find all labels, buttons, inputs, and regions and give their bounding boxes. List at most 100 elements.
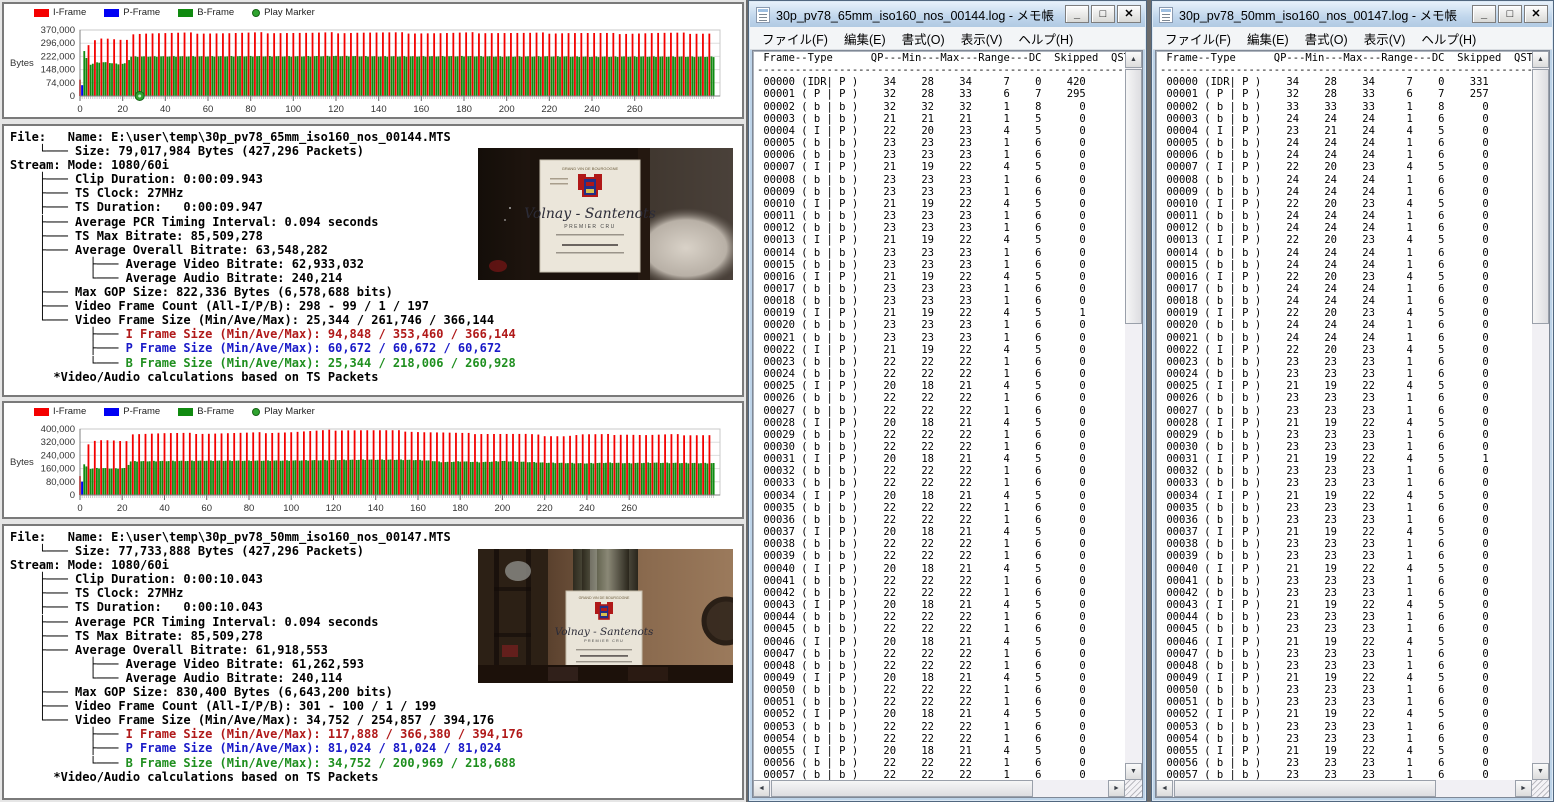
- wine-label-sub: PREMIER CRU: [584, 639, 624, 643]
- svg-text:200: 200: [499, 104, 515, 115]
- wine-label-sub: PREMIER CRU: [564, 224, 616, 230]
- svg-text:260: 260: [621, 503, 637, 514]
- scroll-up-icon[interactable]: ▲: [1125, 51, 1142, 68]
- svg-text:120: 120: [326, 503, 342, 514]
- menu-item-2[interactable]: 書式(O): [894, 27, 953, 50]
- window-title: 30p_pv78_65mm_iso160_nos_00144.log - メモ帳: [776, 9, 1054, 23]
- svg-text:100: 100: [283, 503, 299, 514]
- svg-text:60: 60: [201, 503, 212, 514]
- wine-label-title: Volnay - Santenots: [524, 206, 656, 222]
- caption-buttons: _ □ ✕: [1472, 5, 1548, 23]
- svg-text:180: 180: [452, 503, 468, 514]
- notepad-window-2: 30p_pv78_50mm_iso160_nos_00147.log - メモ帳…: [1151, 0, 1554, 802]
- bitrate-chart-panel-1: I-Frame P-Frame B-Frame Play Marker 0 74,…: [2, 2, 744, 119]
- horizontal-scroll-thumb[interactable]: [1174, 780, 1436, 797]
- menu-item-3[interactable]: 表示(V): [1356, 27, 1414, 50]
- scroll-right-icon[interactable]: ►: [1515, 780, 1532, 797]
- scroll-left-icon[interactable]: ◄: [1156, 780, 1173, 797]
- maximize-button[interactable]: □: [1498, 5, 1522, 23]
- text-area[interactable]: Frame--Type QP---Min---Max---Range---DC …: [1155, 50, 1550, 798]
- svg-text:0: 0: [70, 91, 75, 102]
- wine-label-title: Volnay - Santenots: [555, 626, 654, 638]
- horizontal-scrollbar[interactable]: ◄ ►: [753, 780, 1125, 797]
- svg-text:220: 220: [537, 503, 553, 514]
- svg-text:80: 80: [244, 503, 255, 514]
- svg-text:296,000: 296,000: [41, 38, 75, 49]
- scroll-right-icon[interactable]: ►: [1108, 780, 1125, 797]
- menu-item-0[interactable]: ファイル(F): [1157, 27, 1239, 50]
- close-button[interactable]: ✕: [1117, 5, 1141, 23]
- svg-text:Bytes: Bytes: [10, 58, 34, 69]
- menu-bar: ファイル(F) 編集(E) 書式(O) 表示(V) ヘルプ(H): [750, 27, 1145, 50]
- svg-text:40: 40: [160, 104, 171, 115]
- scroll-down-icon[interactable]: ▼: [1532, 763, 1549, 780]
- vertical-scroll-thumb[interactable]: [1125, 69, 1142, 324]
- svg-text:80,000: 80,000: [46, 477, 75, 488]
- svg-text:20: 20: [117, 104, 128, 115]
- menu-item-1[interactable]: 編集(E): [836, 27, 894, 50]
- svg-text:370,000: 370,000: [41, 25, 75, 36]
- svg-text:220: 220: [541, 104, 557, 115]
- close-button[interactable]: ✕: [1524, 5, 1548, 23]
- svg-text:0: 0: [77, 104, 82, 115]
- wine-label-topline: GRAND VIN DE BOURGOGNE: [562, 166, 619, 171]
- svg-text:240: 240: [584, 104, 600, 115]
- svg-text:180: 180: [456, 104, 472, 115]
- svg-text:400,000: 400,000: [41, 424, 75, 435]
- menu-item-4[interactable]: ヘルプ(H): [1010, 27, 1081, 50]
- svg-text:60: 60: [203, 104, 214, 115]
- resize-grip[interactable]: [1532, 780, 1549, 797]
- log-text[interactable]: Frame--Type QP---Min---Max---Range---DC …: [757, 52, 1125, 780]
- notepad-document-icon: [1159, 6, 1173, 23]
- maximize-button[interactable]: □: [1091, 5, 1115, 23]
- horizontal-scroll-thumb[interactable]: [771, 780, 1033, 797]
- svg-text:0: 0: [70, 490, 75, 501]
- window-title: 30p_pv78_50mm_iso160_nos_00147.log - メモ帳: [1179, 9, 1457, 23]
- svg-text:222,000: 222,000: [41, 51, 75, 62]
- svg-text:260: 260: [627, 104, 643, 115]
- svg-text:Bytes: Bytes: [10, 457, 34, 468]
- bitrate-viewer-column: I-Frame P-Frame B-Frame Play Marker 0 74,…: [0, 0, 746, 802]
- svg-text:148,000: 148,000: [41, 65, 75, 76]
- scroll-up-icon[interactable]: ▲: [1532, 51, 1549, 68]
- vertical-scrollbar[interactable]: ▲ ▼: [1125, 51, 1142, 780]
- menu-item-3[interactable]: 表示(V): [953, 27, 1011, 50]
- menu-item-4[interactable]: ヘルプ(H): [1413, 27, 1484, 50]
- minimize-button[interactable]: _: [1065, 5, 1089, 23]
- svg-text:80: 80: [245, 104, 256, 115]
- menu-bar: ファイル(F) 編集(E) 書式(O) 表示(V) ヘルプ(H): [1153, 27, 1552, 50]
- svg-text:160: 160: [410, 503, 426, 514]
- svg-text:0: 0: [77, 503, 82, 514]
- vertical-scroll-thumb[interactable]: [1532, 69, 1549, 324]
- bitrate-chart-1[interactable]: 0 74,000 148,000 222,000 296,000 370,000 0 20 40…: [4, 4, 742, 117]
- svg-text:160: 160: [413, 104, 429, 115]
- svg-text:100: 100: [285, 104, 301, 115]
- text-area[interactable]: Frame--Type QP---Min---Max---Range---DC …: [752, 50, 1143, 798]
- notepad-window-1: 30p_pv78_65mm_iso160_nos_00144.log - メモ帳…: [748, 0, 1147, 802]
- resize-grip[interactable]: [1125, 780, 1142, 797]
- log-text[interactable]: Frame--Type QP---Min---Max---Range---DC …: [1160, 52, 1532, 780]
- bitrate-chart-panel-2: I-Frame P-Frame B-Frame Play Marker 0 80,…: [2, 401, 744, 519]
- caption-buttons: _ □ ✕: [1065, 5, 1141, 23]
- menu-item-1[interactable]: 編集(E): [1239, 27, 1297, 50]
- wine-label-topline: GRAND VIN DE BOURGOGNE: [579, 596, 630, 600]
- wine-bottle-photo-1: GRAND VIN DE BOURGOGNE Volnay - Santenot…: [478, 148, 733, 280]
- scroll-down-icon[interactable]: ▼: [1125, 763, 1142, 780]
- wine-bottle-photo-2: GRAND VIN DE BOURGOGNE Volnay - Santenot…: [478, 549, 733, 683]
- svg-text:20: 20: [117, 503, 128, 514]
- svg-text:140: 140: [368, 503, 384, 514]
- bitrate-chart-2[interactable]: 0 80,000 160,000 240,000 320,000 400,000 0 20 40…: [4, 403, 742, 517]
- menu-item-2[interactable]: 書式(O): [1297, 27, 1356, 50]
- svg-text:74,000: 74,000: [46, 78, 75, 89]
- svg-text:240,000: 240,000: [41, 450, 75, 461]
- minimize-button[interactable]: _: [1472, 5, 1496, 23]
- notepad-document-icon: [756, 6, 770, 23]
- svg-text:240: 240: [579, 503, 595, 514]
- svg-text:120: 120: [328, 104, 344, 115]
- scroll-left-icon[interactable]: ◄: [753, 780, 770, 797]
- menu-item-0[interactable]: ファイル(F): [754, 27, 836, 50]
- svg-text:140: 140: [371, 104, 387, 115]
- svg-text:200: 200: [494, 503, 510, 514]
- vertical-scrollbar[interactable]: ▲ ▼: [1532, 51, 1549, 780]
- horizontal-scrollbar[interactable]: ◄ ►: [1156, 780, 1532, 797]
